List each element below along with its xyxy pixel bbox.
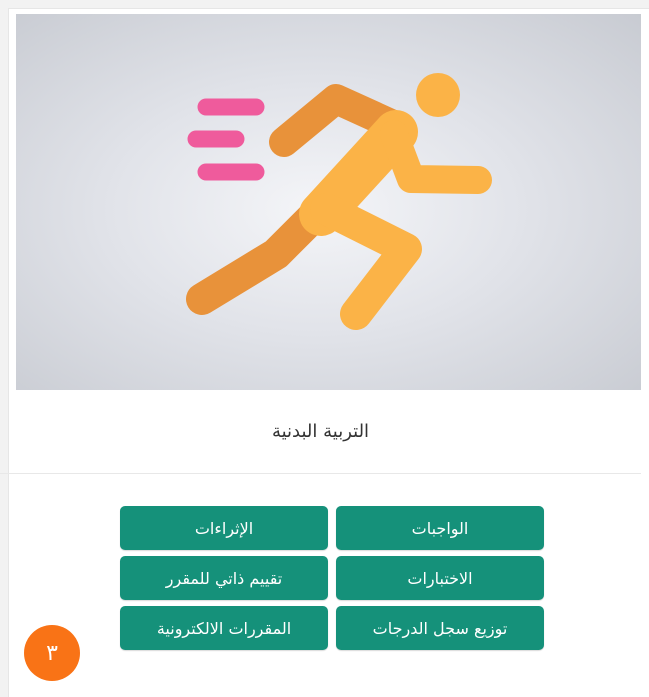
course-banner[interactable] bbox=[16, 14, 641, 390]
step-badge: ٣ bbox=[24, 625, 80, 681]
course-actions: الواجبات الإثراءات الاختبارات تقييم ذاتي… bbox=[112, 506, 544, 650]
e-courses-button[interactable]: المقررات الالكترونية bbox=[120, 606, 328, 650]
grade-distribution-button[interactable]: توزيع سجل الدرجات bbox=[336, 606, 544, 650]
tests-button[interactable]: الاختبارات bbox=[336, 556, 544, 600]
running-person-icon bbox=[186, 73, 492, 330]
divider bbox=[0, 473, 641, 474]
course-title[interactable]: التربية البدنية bbox=[0, 421, 641, 442]
assignments-button[interactable]: الواجبات bbox=[336, 506, 544, 550]
self-assessment-button[interactable]: تقييم ذاتي للمقرر bbox=[120, 556, 328, 600]
speed-lines-icon bbox=[187, 98, 265, 181]
enrichments-button[interactable]: الإثراءات bbox=[120, 506, 328, 550]
